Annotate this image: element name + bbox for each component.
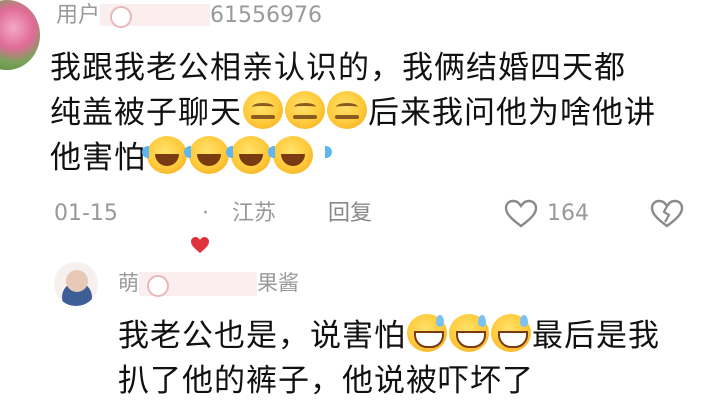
- reply-username[interactable]: 萌 果酱: [118, 268, 299, 298]
- laugh-cry-emoji: [268, 136, 332, 174]
- reply-name-suffix: 果酱: [257, 271, 299, 295]
- reply-line-2: 扒了他的裤子，他说被吓坏了: [118, 363, 534, 399]
- laugh-cry-emoji: [184, 136, 248, 174]
- comment-line-2-pre: 纯盖被子聊天: [50, 95, 242, 131]
- username-prefix: 用户: [56, 3, 101, 28]
- laugh-cry-emoji: [142, 136, 206, 174]
- grin-sweat-emoji: [491, 314, 531, 352]
- reply-button[interactable]: 回复: [328, 197, 372, 231]
- comment-line-2: 纯盖被子聊天 后来我问他为啥他讲: [50, 91, 700, 136]
- sweat-emoji: [327, 91, 367, 129]
- reply-name-mask: [139, 272, 257, 297]
- user-avatar[interactable]: [0, 0, 40, 70]
- comment-line-3-pre: 他害怕: [50, 140, 146, 176]
- like-count: 164: [547, 201, 589, 226]
- laugh-cry-emoji: [226, 136, 290, 174]
- comment-date: 01-15: [54, 201, 118, 226]
- comment-body: 我跟我老公相亲认识的，我俩结婚四天都 纯盖被子聊天 后来我问他为啥他讲 他害怕: [50, 46, 700, 181]
- comment-line-1: 我跟我老公相亲认识的，我俩结婚四天都: [50, 50, 626, 86]
- author-liked-heart-icon: [191, 237, 209, 253]
- grin-sweat-emoji: [449, 314, 489, 352]
- reply-avatar[interactable]: [54, 262, 98, 306]
- heart-outline-icon[interactable]: [504, 199, 538, 229]
- reply-line-1-post: 最后是我: [532, 318, 660, 354]
- reply-name-prefix: 萌: [118, 271, 139, 295]
- comment-line-3: 他害怕: [50, 136, 700, 181]
- meta-separator: ·: [202, 201, 209, 226]
- sweat-emoji: [243, 91, 283, 129]
- comment-location: 江苏: [232, 201, 277, 226]
- grin-sweat-emoji: [407, 314, 447, 352]
- username-suffix: 61556976: [210, 3, 322, 28]
- sweat-emoji: [285, 91, 325, 129]
- broken-heart-icon[interactable]: [650, 199, 684, 229]
- comment-username[interactable]: 用户 61556976: [56, 4, 322, 28]
- reply-body: 我老公也是，说害怕 最后是我 扒了他的裤子，他说被吓坏了: [118, 314, 708, 404]
- reply-line-1-pre: 我老公也是，说害怕: [118, 318, 406, 354]
- comment-meta: 01-15 · 江苏 回复 164: [52, 197, 692, 231]
- reply-line-1: 我老公也是，说害怕 最后是我: [118, 314, 708, 359]
- username-mask: [100, 4, 211, 28]
- comment-line-2-post: 后来我问他为啥他讲: [368, 95, 656, 131]
- comment-thread: 用户 61556976 我跟我老公相亲认识的，我俩结婚四天都 纯盖被子聊天 后来我问…: [0, 0, 720, 405]
